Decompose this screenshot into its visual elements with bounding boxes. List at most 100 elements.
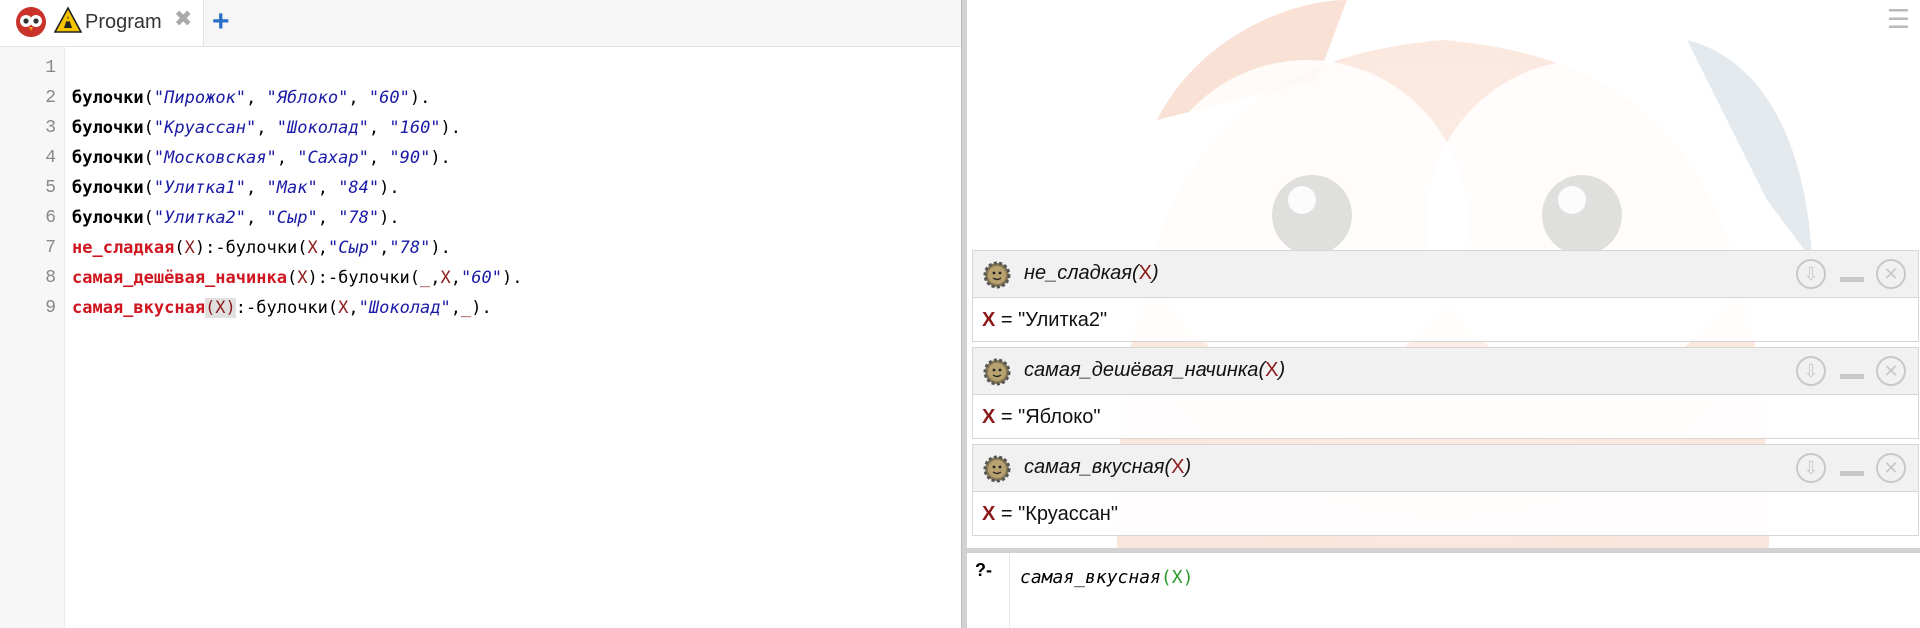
code-token: "Шоколад" <box>358 298 451 318</box>
line-number: 4 <box>45 148 56 168</box>
code-token: (X) <box>205 298 236 318</box>
query-paren: ( <box>1160 567 1172 588</box>
answer-binding: X = "Круассан" <box>982 503 1118 526</box>
tab-bar: Program ✖ + <box>0 0 961 47</box>
code-token: , <box>450 298 462 318</box>
minimize-icon[interactable] <box>1840 277 1864 282</box>
answer-panel: самая_дешёвая_начинка(X) ⇩ ✕ X = "Яблоко… <box>972 347 1919 439</box>
query-predicate: самая_дешёвая_начинка <box>1024 359 1259 381</box>
line-number: 9 <box>45 298 56 318</box>
code-token: , <box>348 88 369 108</box>
new-tab-button[interactable]: + <box>212 5 230 39</box>
code-token: , <box>276 148 298 168</box>
code-token: , <box>256 118 277 138</box>
code-token: , <box>317 178 339 198</box>
code-token: ( <box>286 268 298 288</box>
code-token: булочки <box>72 88 144 108</box>
close-icon[interactable]: ✕ <box>1876 356 1906 386</box>
menu-icon[interactable]: ☰ <box>1887 4 1910 35</box>
code-token: "Московская" <box>153 148 277 168</box>
code-token: "Яблоко" <box>266 88 349 108</box>
code-token: "Круассан" <box>153 118 257 138</box>
code-line[interactable]: самая_дешёвая_начинка(X):-булочки(_,X,"6… <box>72 263 522 293</box>
code-token: , <box>430 268 441 288</box>
answer-header: самая_дешёвая_начинка(X) ⇩ ✕ <box>973 348 1918 395</box>
code-token: ( <box>174 238 185 258</box>
binding-variable: X <box>982 406 996 428</box>
binding-eq: = <box>995 309 1019 331</box>
code-token: X <box>184 238 195 258</box>
query-paren: ) <box>1151 262 1159 284</box>
code-token: X <box>297 268 308 288</box>
query-prompt: ?- <box>975 560 992 580</box>
code-token: ( <box>143 148 154 168</box>
close-icon[interactable]: ✕ <box>1876 453 1906 483</box>
code-line[interactable]: не_сладкая(X):-булочки(X,"Сыр","78"). <box>72 233 522 263</box>
code-token: , <box>246 88 267 108</box>
code-token: "78" <box>389 238 431 258</box>
code-line[interactable]: булочки("Улитка1", "Мак", "84"). <box>72 173 522 203</box>
answer-header: не_сладкая(X) ⇩ ✕ <box>973 251 1918 298</box>
gear-icon <box>983 358 1011 386</box>
code-line[interactable]: булочки("Улитка2", "Сыр", "78"). <box>72 203 522 233</box>
query-paren: ) <box>1184 456 1192 478</box>
code-token: , <box>368 118 390 138</box>
line-number: 5 <box>45 178 56 198</box>
code-line[interactable]: булочки("Пирожок", "Яблоко", "60"). <box>72 83 522 113</box>
query-predicate: самая_вкусная <box>1024 456 1165 478</box>
query-text[interactable]: самая_вкусная(X) <box>1020 567 1193 588</box>
minimize-icon[interactable] <box>1840 374 1864 379</box>
code-token: "160" <box>389 118 441 138</box>
code-token: _ <box>461 298 472 318</box>
download-icon[interactable]: ⇩ <box>1796 356 1826 386</box>
code-token: , <box>379 238 390 258</box>
code-token: самая_дешёвая_начинка <box>72 268 287 288</box>
warning-icon <box>54 6 82 33</box>
code-token: булочки <box>72 178 144 198</box>
code-token: булочки <box>72 118 144 138</box>
query-area: ?- самая_вкусная(X) <box>967 553 1920 628</box>
code-token: "Пирожок" <box>153 88 247 108</box>
code-token: "Улитка1" <box>153 178 247 198</box>
code-token: "Улитка2" <box>153 208 247 228</box>
code-token: ( <box>143 88 154 108</box>
query-predicate: не_сладкая <box>1024 262 1132 284</box>
code-token: ). <box>471 298 492 318</box>
minimize-icon[interactable] <box>1840 471 1864 476</box>
line-number: 6 <box>45 208 56 228</box>
binding-eq: = <box>995 406 1019 428</box>
code-editor[interactable]: булочки("Пирожок", "Яблоко", "60"). булоч… <box>72 53 522 323</box>
code-line[interactable]: самая_вкусная(X):-булочки(X,"Шоколад",_)… <box>72 293 522 323</box>
binding-value: "Яблоко" <box>1018 406 1101 428</box>
code-token: самая_вкусная <box>72 298 206 318</box>
line-number: 1 <box>45 58 56 78</box>
code-token: "Сыр" <box>327 238 380 258</box>
code-token: ). <box>430 238 451 258</box>
code-token: ). <box>409 88 431 108</box>
line-number: 2 <box>45 88 56 108</box>
code-token: "90" <box>389 148 431 168</box>
query-paren: ( <box>1131 262 1139 284</box>
code-line[interactable]: булочки("Московская", "Сахар", "90"). <box>72 143 522 173</box>
download-icon[interactable]: ⇩ <box>1796 453 1826 483</box>
code-token: "Сыр" <box>266 208 318 228</box>
code-token: "Сахар" <box>297 148 369 168</box>
code-token: , <box>450 268 462 288</box>
line-number: 8 <box>45 268 56 288</box>
code-token: _ <box>420 268 431 288</box>
code-token: , <box>317 208 339 228</box>
code-line[interactable] <box>72 53 522 83</box>
close-tab-icon[interactable]: ✖ <box>174 6 192 32</box>
tab-program[interactable]: Program ✖ <box>0 0 204 46</box>
query-input[interactable]: самая_вкусная(X) <box>1009 553 1920 628</box>
download-icon[interactable]: ⇩ <box>1796 259 1826 289</box>
binding-variable: X <box>982 309 996 331</box>
code-line[interactable]: булочки("Круассан", "Шоколад", "160"). <box>72 113 522 143</box>
binding-variable: X <box>982 503 996 525</box>
code-token: "Шоколад" <box>276 118 369 138</box>
code-token: , <box>317 238 328 258</box>
tab-title: Program <box>85 11 162 33</box>
answer-query: самая_вкусная(X) <box>1024 456 1191 479</box>
close-icon[interactable]: ✕ <box>1876 259 1906 289</box>
editor-pane: Program ✖ + 123456789 булочки("Пирожок",… <box>0 0 961 628</box>
